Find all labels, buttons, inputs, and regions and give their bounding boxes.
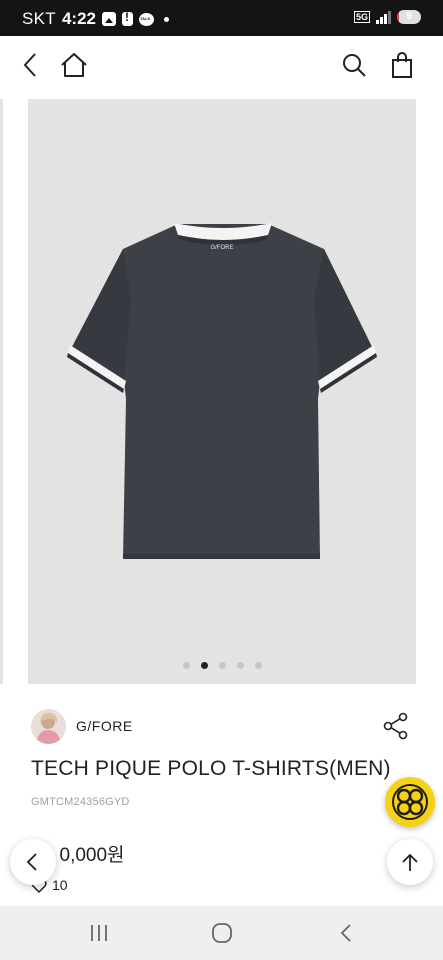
carousel-dot[interactable] xyxy=(254,662,262,669)
share-icon xyxy=(383,712,408,740)
carousel-dot[interactable] xyxy=(182,662,190,669)
signal-icon xyxy=(376,10,391,24)
golf-badge-button[interactable] xyxy=(385,777,435,827)
notification-dot-icon xyxy=(164,16,169,22)
carrier-label: SKT xyxy=(22,9,56,28)
polo-shirt-back-illustration: G/FORE xyxy=(67,223,377,559)
recent-apps-button[interactable] xyxy=(84,920,114,946)
shopping-bag-icon xyxy=(392,52,412,78)
scroll-to-top-button[interactable] xyxy=(387,839,433,885)
clock: 4:22 xyxy=(61,9,96,28)
alert-icon xyxy=(122,10,133,26)
carousel-dot[interactable] xyxy=(218,662,226,669)
home-circle-icon xyxy=(212,923,232,943)
golf-badge-icon xyxy=(392,784,428,820)
carousel-dot[interactable] xyxy=(236,662,244,669)
search-icon xyxy=(343,54,366,77)
carousel-dots xyxy=(28,662,416,669)
home-icon xyxy=(61,53,87,77)
back-button[interactable] xyxy=(14,48,48,82)
brand-name[interactable]: G/FORE xyxy=(76,718,133,734)
system-back-button[interactable] xyxy=(332,920,362,946)
search-button[interactable] xyxy=(337,48,371,82)
gallery-icon xyxy=(102,12,116,26)
cart-button[interactable] xyxy=(385,48,419,82)
home-button[interactable] xyxy=(56,48,92,82)
avatar-photo xyxy=(31,709,66,744)
battery-percent: 9 xyxy=(406,11,412,22)
like-count: 10 xyxy=(52,877,68,893)
previous-slide-edge xyxy=(0,99,3,684)
battery-indicator: 9 xyxy=(397,10,421,24)
share-button[interactable] xyxy=(381,711,411,741)
product-price: 0,000원 xyxy=(50,845,125,866)
recent-apps-icon xyxy=(91,925,107,941)
back-chevron-icon xyxy=(340,924,351,942)
brand-avatar[interactable] xyxy=(31,709,66,744)
system-nav-bar xyxy=(0,906,443,960)
top-nav xyxy=(0,36,443,98)
back-arrow-icon xyxy=(23,53,36,77)
previous-button[interactable] xyxy=(10,839,56,885)
status-left: SKT 4:22 xyxy=(22,9,169,29)
network-label: 5G xyxy=(353,11,370,23)
product-image-carousel[interactable]: G/FORE xyxy=(0,99,443,684)
battery-level xyxy=(397,10,400,24)
product-image[interactable]: G/FORE xyxy=(28,99,416,684)
brand-row: G/FORE xyxy=(31,709,411,745)
status-right: 5G 9 xyxy=(353,10,421,24)
product-title: TECH PIQUE POLO T-SHIRTS(MEN) xyxy=(31,757,391,780)
arrow-up-icon xyxy=(402,853,418,871)
chevron-left-icon xyxy=(26,853,37,871)
status-bar: SKT 4:22 5G 9 xyxy=(0,0,443,36)
garment-logo: G/FORE xyxy=(210,245,233,251)
system-home-button[interactable] xyxy=(207,920,237,946)
talk-icon xyxy=(139,12,154,26)
carousel-dot[interactable] xyxy=(200,662,208,669)
product-code: GMTCM24356GYD xyxy=(31,796,130,808)
